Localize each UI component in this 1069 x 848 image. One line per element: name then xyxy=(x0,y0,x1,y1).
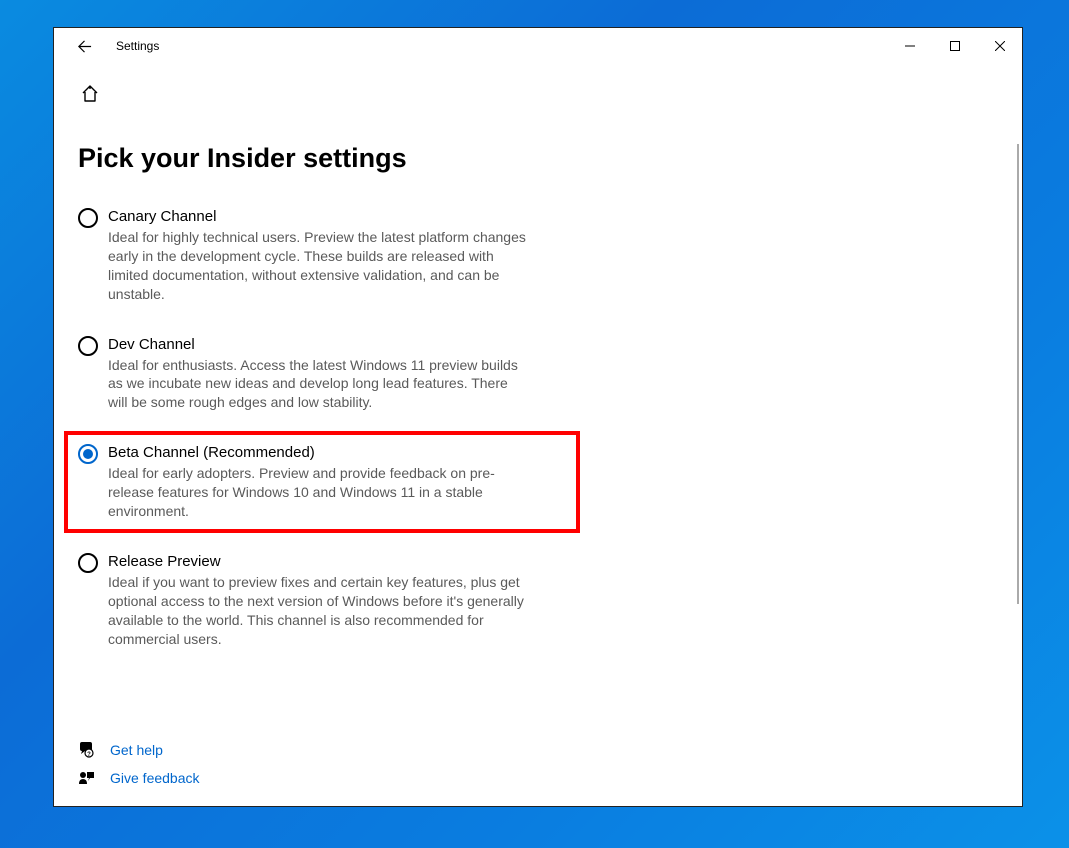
radio-release[interactable] xyxy=(78,553,98,573)
footer-links: ? Get help Give feedback xyxy=(78,742,200,786)
channel-options: Canary Channel Ideal for highly technica… xyxy=(78,204,558,652)
give-feedback-link[interactable]: Give feedback xyxy=(78,770,200,786)
maximize-button[interactable] xyxy=(932,31,977,61)
titlebar: Settings xyxy=(54,28,1022,64)
option-body: Beta Channel (Recommended) Ideal for ear… xyxy=(108,444,558,521)
option-desc: Ideal for enthusiasts. Access the latest… xyxy=(108,356,528,413)
close-icon xyxy=(995,41,1005,51)
option-title: Dev Channel xyxy=(108,336,558,353)
window-controls xyxy=(887,31,1022,61)
feedback-icon xyxy=(78,770,96,786)
get-help-link[interactable]: ? Get help xyxy=(78,742,200,758)
option-beta[interactable]: Beta Channel (Recommended) Ideal for ear… xyxy=(78,440,558,525)
home-button[interactable] xyxy=(80,84,998,109)
minimize-button[interactable] xyxy=(887,31,932,61)
option-desc: Ideal for early adopters. Preview and pr… xyxy=(108,464,528,521)
radio-beta[interactable] xyxy=(78,444,98,464)
minimize-icon xyxy=(905,41,915,51)
option-body: Canary Channel Ideal for highly technica… xyxy=(108,208,558,304)
svg-text:?: ? xyxy=(87,752,91,758)
close-button[interactable] xyxy=(977,31,1022,61)
home-icon xyxy=(80,84,100,104)
option-desc: Ideal if you want to preview fixes and c… xyxy=(108,573,528,649)
option-release[interactable]: Release Preview Ideal if you want to pre… xyxy=(78,549,558,653)
option-title: Release Preview xyxy=(108,553,558,570)
option-body: Release Preview Ideal if you want to pre… xyxy=(108,553,558,649)
option-body: Dev Channel Ideal for enthusiasts. Acces… xyxy=(108,336,558,413)
option-title: Beta Channel (Recommended) xyxy=(108,444,558,461)
option-canary[interactable]: Canary Channel Ideal for highly technica… xyxy=(78,204,558,308)
page-title: Pick your Insider settings xyxy=(78,143,998,174)
get-help-label: Get help xyxy=(110,742,163,758)
radio-canary[interactable] xyxy=(78,208,98,228)
content-area: Pick your Insider settings Canary Channe… xyxy=(54,64,1022,806)
option-dev[interactable]: Dev Channel Ideal for enthusiasts. Acces… xyxy=(78,332,558,417)
scrollbar[interactable] xyxy=(1017,144,1019,604)
option-title: Canary Channel xyxy=(108,208,558,225)
scroll-area: Pick your Insider settings Canary Channe… xyxy=(54,64,1022,806)
window-title: Settings xyxy=(116,39,159,53)
radio-dev[interactable] xyxy=(78,336,98,356)
help-icon: ? xyxy=(78,742,96,758)
maximize-icon xyxy=(950,41,960,51)
settings-window: Settings Pick your Insider settings xyxy=(53,27,1023,807)
back-button[interactable] xyxy=(68,30,100,62)
option-desc: Ideal for highly technical users. Previe… xyxy=(108,228,528,304)
back-arrow-icon xyxy=(77,39,92,54)
give-feedback-label: Give feedback xyxy=(110,770,200,786)
